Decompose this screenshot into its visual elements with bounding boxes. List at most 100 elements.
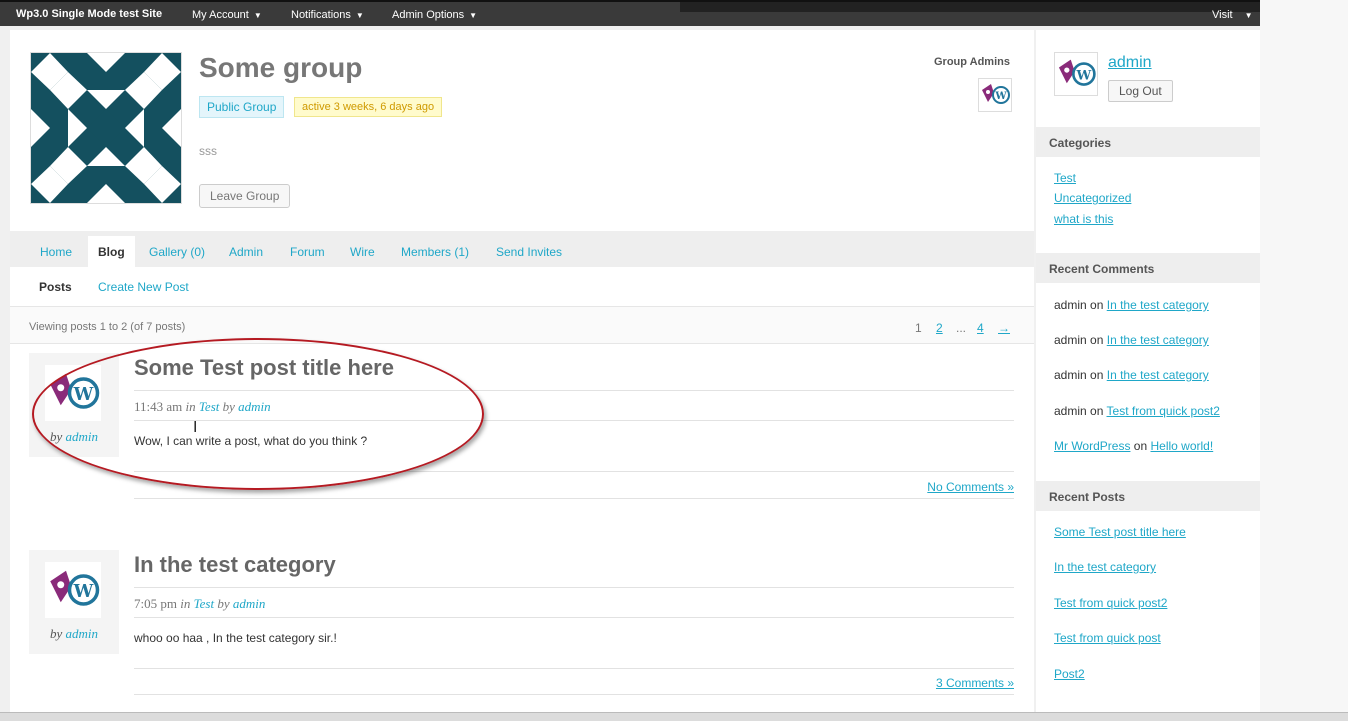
- divider: [134, 587, 1014, 588]
- post-category-link[interactable]: Test: [199, 399, 219, 414]
- recent-comment-author-link[interactable]: Mr WordPress: [1054, 439, 1130, 453]
- page-current: 1: [915, 321, 922, 335]
- divider: [134, 668, 1014, 669]
- recent-comment-post-link[interactable]: In the test category: [1107, 298, 1209, 312]
- post-author-link[interactable]: admin: [66, 429, 99, 444]
- blog-subnav: Posts Create New Post: [10, 267, 1034, 307]
- post-author-link[interactable]: admin: [66, 626, 99, 641]
- i-beam-cursor-icon: I: [193, 418, 198, 436]
- leave-group-button[interactable]: Leave Group: [199, 184, 291, 208]
- category-link[interactable]: Test: [1054, 171, 1076, 185]
- admin-bar-strip: [680, 2, 1260, 12]
- main-content: Some group Public Group active 3 weeks, …: [10, 30, 1034, 720]
- post-category-link[interactable]: Test: [194, 596, 214, 611]
- subnav-posts[interactable]: Posts: [39, 280, 72, 294]
- recent-comment-post-link[interactable]: In the test category: [1107, 333, 1209, 347]
- site-name-link[interactable]: Wp3.0 Single Mode test Site: [16, 8, 162, 20]
- admin-bar: Wp3.0 Single Mode test Site My Account ▼ …: [0, 0, 1260, 26]
- page-next-link[interactable]: →: [998, 321, 1010, 335]
- group-nav-tabs: Home Blog Gallery (0) Admin Forum Wire M…: [10, 231, 1034, 267]
- tab-members[interactable]: Members (1): [401, 245, 469, 259]
- tab-blog[interactable]: Blog: [88, 236, 135, 267]
- divider: [134, 390, 1014, 391]
- post-excerpt: whoo oo haa , In the test category sir.!: [134, 631, 337, 645]
- tab-forum[interactable]: Forum: [290, 245, 325, 259]
- category-link[interactable]: what is this: [1054, 212, 1113, 226]
- tab-send-invites[interactable]: Send Invites: [496, 245, 562, 259]
- recent-comment-item: admin on In the test category: [1054, 368, 1209, 382]
- pagination-bar: Viewing posts 1 to 2 (of 7 posts) 1 2 ..…: [10, 307, 1034, 344]
- recent-comment-item: admin on Test from quick post2: [1054, 404, 1220, 418]
- recent-post-link[interactable]: Test from quick post2: [1054, 596, 1167, 610]
- recent-post-link[interactable]: In the test category: [1054, 560, 1156, 574]
- admin-options-menu[interactable]: Admin Options ▼: [392, 9, 477, 21]
- caret-down-icon: ▼: [355, 11, 364, 20]
- buddypress-wordpress-logo-icon[interactable]: W: [1054, 52, 1098, 96]
- caret-down-icon: ▼: [1244, 11, 1253, 20]
- buddypress-wordpress-logo-icon[interactable]: W: [45, 365, 101, 421]
- post-author-link[interactable]: admin: [238, 399, 271, 414]
- post-author-byline: by admin: [49, 429, 99, 444]
- divider: [134, 498, 1014, 499]
- sidebar: W admin Log Out Categories Test Uncatego…: [1036, 30, 1260, 720]
- svg-text:W: W: [73, 385, 94, 405]
- recent-post-link[interactable]: Test from quick post: [1054, 631, 1161, 645]
- group-activity-badge: active 3 weeks, 6 days ago: [294, 97, 443, 117]
- my-account-menu[interactable]: My Account ▼: [192, 9, 262, 21]
- recent-comment-item: admin on In the test category: [1054, 333, 1209, 347]
- svg-text:W: W: [994, 91, 1007, 102]
- post-meta: 7:05 pm in Test by admin: [134, 596, 266, 611]
- group-type-badge: Public Group: [199, 96, 285, 118]
- recent-comment-post-link[interactable]: Hello world!: [1151, 439, 1214, 453]
- divider: [134, 471, 1014, 472]
- group-admins-label: Group Admins: [934, 56, 1010, 68]
- post-title[interactable]: Some Test post title here: [134, 355, 394, 381]
- recent-post-link[interactable]: Some Test post title here: [1054, 525, 1186, 539]
- recent-comment-item: Mr WordPress on Hello world!: [1054, 439, 1214, 453]
- category-link[interactable]: Uncategorized: [1054, 191, 1131, 205]
- quilt-pattern-icon[interactable]: [30, 52, 182, 204]
- window-bottom-edge: [0, 712, 1348, 721]
- caret-down-icon: ▼: [469, 11, 478, 20]
- tab-wire[interactable]: Wire: [350, 245, 375, 259]
- tab-gallery[interactable]: Gallery (0): [149, 245, 205, 259]
- recent-posts-heading: Recent Posts: [1036, 481, 1260, 511]
- svg-text:W: W: [73, 582, 94, 602]
- post-author-box: W by admin: [29, 353, 119, 457]
- post-excerpt: Wow, I can write a post, what do you thi…: [134, 434, 368, 448]
- svg-text:W: W: [1076, 68, 1092, 83]
- page-ellipsis: ...: [956, 321, 967, 335]
- page-background-right: [1260, 0, 1348, 721]
- group-title: Some group: [199, 52, 363, 83]
- tab-admin[interactable]: Admin: [229, 245, 263, 259]
- post-comments-link[interactable]: 3 Comments »: [936, 676, 1014, 690]
- recent-comments-heading: Recent Comments: [1036, 253, 1260, 283]
- post-author-link[interactable]: admin: [233, 596, 266, 611]
- buddypress-wordpress-logo-icon[interactable]: W: [978, 78, 1012, 112]
- recent-post-link[interactable]: Post2: [1054, 667, 1085, 681]
- post-comments-link[interactable]: No Comments »: [927, 480, 1014, 494]
- post-meta: 11:43 am in Test by admin: [134, 399, 271, 414]
- recent-comment-item: admin on In the test category: [1054, 298, 1209, 312]
- buddypress-wordpress-logo-icon[interactable]: W: [45, 562, 101, 618]
- tab-home[interactable]: Home: [40, 245, 72, 259]
- group-description: sss: [199, 144, 217, 158]
- posts-count-text: Viewing posts 1 to 2 (of 7 posts): [29, 321, 186, 333]
- sidebar-username-link[interactable]: admin: [1108, 54, 1152, 72]
- categories-heading: Categories: [1036, 127, 1260, 157]
- caret-down-icon: ▼: [253, 11, 262, 20]
- recent-comment-post-link[interactable]: Test from quick post2: [1107, 404, 1220, 418]
- divider: [134, 420, 1014, 421]
- notifications-menu[interactable]: Notifications ▼: [291, 9, 364, 21]
- page-link-2[interactable]: 2: [936, 321, 943, 335]
- recent-comment-post-link[interactable]: In the test category: [1107, 368, 1209, 382]
- create-new-post-link[interactable]: Create New Post: [98, 280, 189, 294]
- divider: [134, 694, 1014, 695]
- log-out-button[interactable]: Log Out: [1108, 80, 1173, 102]
- post-author-byline: by admin: [49, 626, 99, 641]
- page-link-4[interactable]: 4: [977, 321, 984, 335]
- post-author-box: W by admin: [29, 550, 119, 654]
- visit-menu[interactable]: Visit ▼: [1212, 9, 1253, 21]
- post-title[interactable]: In the test category: [134, 552, 336, 578]
- divider: [134, 617, 1014, 618]
